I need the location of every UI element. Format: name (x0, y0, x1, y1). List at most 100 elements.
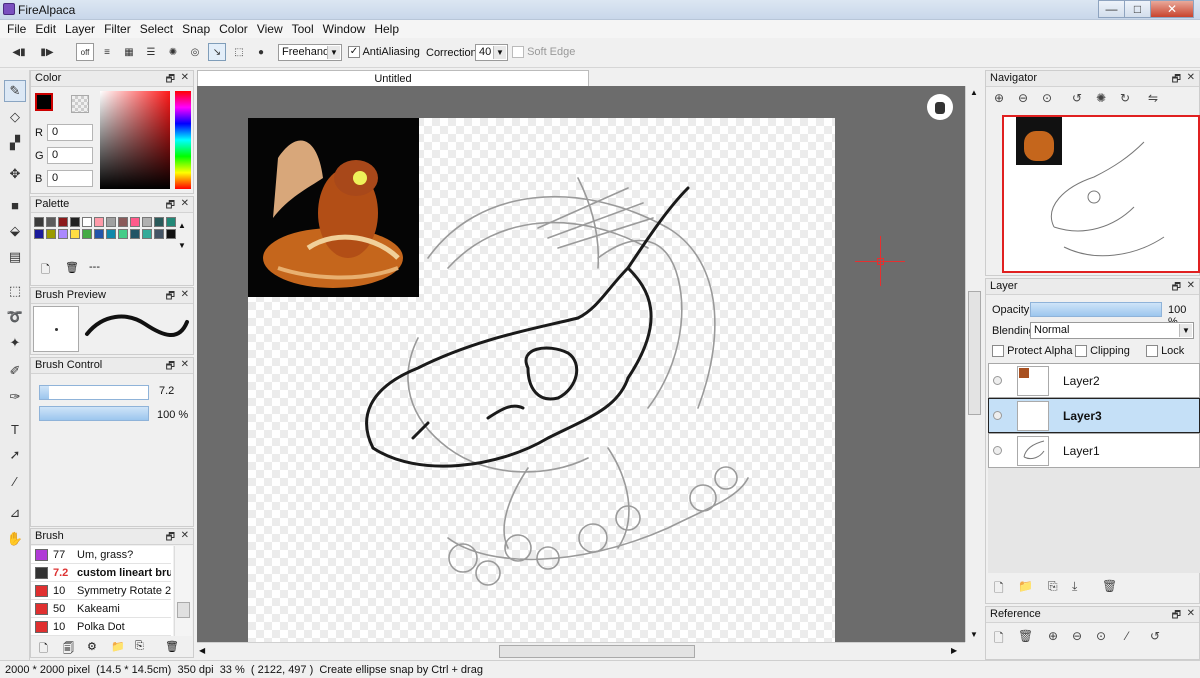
chevron-down-icon[interactable]: ▼ (970, 630, 978, 639)
duplicate-brush-icon[interactable]: 🗐 (63, 640, 74, 659)
palette-swatch[interactable] (82, 217, 92, 227)
layer-row-layer1[interactable]: Layer1 (988, 433, 1200, 468)
palette-swatch[interactable] (142, 229, 152, 239)
protect-alpha-checkbox[interactable] (992, 345, 1004, 358)
clipping-checkbox[interactable] (1075, 345, 1087, 358)
close-icon[interactable]: ✕ (181, 359, 189, 370)
menu-layer[interactable]: Layer (62, 20, 101, 38)
soft-edge-toggle[interactable]: Soft Edge (512, 46, 575, 59)
palette-swatch[interactable] (58, 229, 68, 239)
float-icon[interactable]: 🗗 (166, 72, 175, 89)
magic-wand-icon[interactable]: ✦ (4, 332, 26, 354)
clipping-toggle[interactable]: Clipping (1075, 345, 1130, 358)
layer-row-layer3[interactable]: Layer3 (988, 398, 1200, 433)
palette-swatch[interactable] (106, 229, 116, 239)
snap-3d-icon[interactable]: ⬚ (230, 43, 248, 61)
primary-color-swatch[interactable] (35, 93, 53, 111)
move-tool-icon[interactable]: ✥ (4, 163, 26, 185)
close-button[interactable]: ✕ (1150, 0, 1194, 18)
new-brush-icon[interactable]: 🗋 (39, 640, 48, 659)
copy-icon[interactable]: ⎘ (135, 640, 144, 653)
gradient-tool-icon[interactable]: ▤ (4, 246, 26, 268)
snap-curve-icon[interactable]: ↘ (208, 43, 226, 61)
select-pen-icon[interactable]: ✐ (4, 360, 26, 382)
brush-item-um-grass[interactable]: 77 Um, grass? (31, 546, 171, 564)
close-icon[interactable]: ✕ (181, 289, 189, 300)
palette-swatch[interactable] (46, 217, 56, 227)
palette-swatch[interactable] (58, 217, 68, 227)
r-input[interactable]: 0 (47, 124, 93, 141)
brush-settings-icon[interactable]: ⚙ (87, 640, 97, 653)
brush-opacity-slider[interactable] (39, 406, 149, 421)
fill-rect-tool-icon[interactable]: ■ (4, 194, 26, 216)
zoom-in-icon[interactable]: ⊕ (1048, 629, 1058, 643)
snap-parallel-icon[interactable]: ≡ (98, 43, 116, 61)
antialiasing-checkbox[interactable]: ✓ (348, 46, 360, 59)
snap-radial-icon[interactable]: ✺ (164, 43, 182, 61)
folder-icon[interactable]: 📁 (1018, 579, 1033, 593)
palette-more-label[interactable]: --- (89, 261, 100, 273)
palette-swatch[interactable] (142, 217, 152, 227)
saturation-value-picker[interactable] (100, 91, 170, 189)
brush-item-custom-lineart[interactable]: 7.2 custom lineart brush (31, 564, 171, 582)
transparent-color-swatch[interactable] (71, 95, 89, 113)
palette-swatch[interactable] (118, 217, 128, 227)
trash-icon[interactable]: 🗑 (165, 640, 179, 653)
menu-window[interactable]: Window (320, 20, 372, 38)
scrollbar-thumb[interactable] (177, 602, 190, 618)
visibility-icon[interactable] (993, 411, 1002, 420)
palette-swatch[interactable] (130, 229, 140, 239)
snap-cross-icon[interactable]: ☰ (142, 43, 160, 61)
brush-size-value[interactable]: 7.2 (155, 384, 183, 401)
g-input[interactable]: 0 (47, 147, 93, 164)
palette-swatch[interactable] (94, 229, 104, 239)
zoom-fit-icon[interactable]: ⊙ (1042, 91, 1052, 105)
lock-toggle[interactable]: Lock (1146, 345, 1184, 358)
select-eraser-icon[interactable]: ✑ (4, 386, 26, 408)
open-reference-icon[interactable]: 🗋 (994, 629, 1004, 650)
brush-item-polka-dot[interactable]: 10 Polka Dot (31, 618, 171, 636)
palette-swatch[interactable] (106, 217, 116, 227)
float-icon[interactable]: 🗗 (1172, 608, 1181, 625)
eyedropper-icon[interactable]: ⊿ (4, 502, 26, 524)
zoom-in-icon[interactable]: ⊕ (994, 91, 1004, 105)
maximize-button[interactable]: □ (1124, 0, 1151, 18)
hue-slider[interactable] (175, 91, 191, 189)
eraser-tool-icon[interactable]: ◇ (4, 106, 26, 128)
palette-swatch[interactable] (70, 217, 80, 227)
scrollbar-thumb[interactable] (968, 291, 981, 415)
palette-swatch[interactable] (118, 229, 128, 239)
rotate-right-icon[interactable]: ↻ (1120, 91, 1130, 105)
snap-circle-icon[interactable]: ◎ (186, 43, 204, 61)
visibility-icon[interactable] (993, 446, 1002, 455)
pen-tool-icon[interactable]: ✎ (4, 80, 26, 102)
palette-swatch[interactable] (166, 217, 176, 227)
palette-swatch[interactable] (34, 229, 44, 239)
menu-color[interactable]: Color (216, 20, 254, 38)
canvas-viewport[interactable] (197, 86, 965, 642)
menu-snap[interactable]: Snap (179, 20, 216, 38)
visibility-icon[interactable] (993, 376, 1002, 385)
palette-swatch[interactable] (130, 217, 140, 227)
correction-select[interactable]: 40 ▼ (475, 44, 508, 61)
duplicate-layer-icon[interactable]: ⎘ (1048, 579, 1058, 594)
palette-swatch[interactable] (82, 229, 92, 239)
flip-icon[interactable]: ⇋ (1148, 91, 1158, 105)
redo-icon[interactable]: ▮▶ (38, 43, 56, 61)
close-icon[interactable]: ✕ (1187, 280, 1195, 291)
snap-off-button[interactable]: off (76, 43, 94, 61)
brush-size-slider[interactable] (39, 385, 149, 400)
trash-icon[interactable]: 🗑 (1102, 579, 1117, 593)
trash-icon[interactable]: 🗑 (1018, 629, 1033, 643)
menu-select[interactable]: Select (137, 20, 179, 38)
folder-icon[interactable]: 📁 (111, 640, 125, 653)
float-icon[interactable]: 🗗 (166, 198, 175, 215)
text-tool-icon[interactable]: T (4, 418, 26, 440)
lock-checkbox[interactable] (1146, 345, 1158, 358)
brush-mode-select[interactable]: Freehand ▼ (278, 44, 342, 61)
chevron-up-icon[interactable]: ▲ (970, 88, 978, 97)
float-icon[interactable]: 🗗 (166, 289, 175, 306)
palette-swatch[interactable] (154, 217, 164, 227)
trash-icon[interactable]: 🗑 (65, 261, 79, 274)
close-icon[interactable]: ✕ (181, 530, 189, 541)
